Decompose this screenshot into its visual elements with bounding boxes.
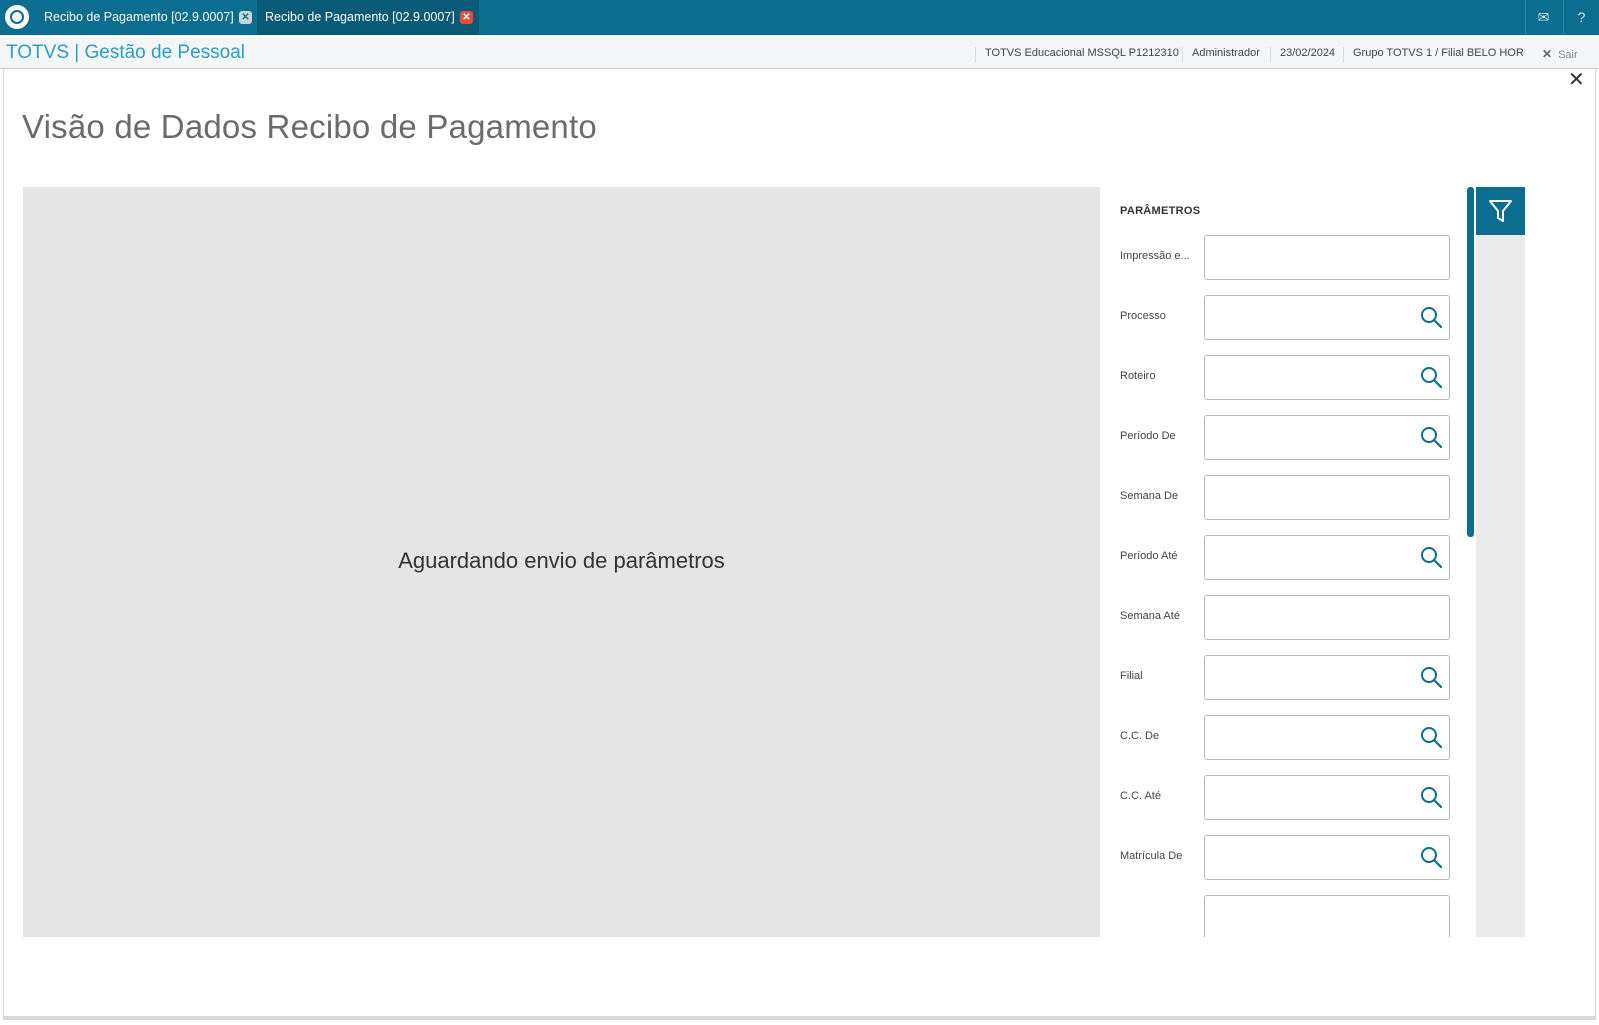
- tab-recibo-2-active[interactable]: Recibo de Pagamento [02.9.0007] ✕: [257, 0, 479, 35]
- param-row: Processo: [1120, 295, 1450, 340]
- param-input[interactable]: [1204, 535, 1450, 580]
- param-row: Matrícula De: [1120, 835, 1450, 880]
- param-row: Filial: [1120, 655, 1450, 700]
- param-input[interactable]: [1204, 655, 1450, 700]
- help-icon[interactable]: ?: [1563, 0, 1599, 35]
- close-icon: ✕: [1542, 47, 1553, 61]
- param-row: Período De: [1120, 415, 1450, 460]
- param-row: Roteiro: [1120, 355, 1450, 400]
- param-input[interactable]: [1204, 715, 1450, 760]
- panel-close-icon[interactable]: ✕: [1568, 70, 1585, 90]
- app-header: TOTVS | Gestão de Pessoal TOTVS Educacio…: [0, 35, 1599, 69]
- param-input[interactable]: [1204, 775, 1450, 820]
- param-input[interactable]: [1204, 475, 1450, 520]
- param-input-partial[interactable]: [1204, 895, 1450, 937]
- preview-message: Aguardando envio de parâmetros: [398, 548, 725, 573]
- page-title: Visão de Dados Recibo de Pagamento: [22, 108, 597, 145]
- logout-button[interactable]: ✕ Sair: [1542, 47, 1578, 61]
- param-row: Semana De: [1120, 475, 1450, 520]
- param-label: Período De: [1120, 430, 1176, 442]
- param-row: C.C. Até: [1120, 775, 1450, 820]
- tab-label: Recibo de Pagamento [02.9.0007]: [44, 10, 234, 24]
- param-input[interactable]: [1204, 595, 1450, 640]
- param-label: C.C. De: [1120, 730, 1160, 742]
- top-bar: Recibo de Pagamento [02.9.0007] ✕ Recibo…: [0, 0, 1599, 35]
- branch-info: Grupo TOTVS 1 / Filial BELO HOR: [1343, 47, 1524, 63]
- tab-close-icon[interactable]: ✕: [460, 11, 473, 24]
- param-input[interactable]: [1204, 355, 1450, 400]
- param-row: Impressão e...: [1120, 235, 1450, 280]
- mail-icon[interactable]: ✉: [1525, 0, 1561, 35]
- param-label: Filial: [1120, 670, 1143, 682]
- filter-sidebar: [1476, 187, 1525, 937]
- param-label: C.C. Até: [1120, 790, 1161, 802]
- param-label: Roteiro: [1120, 370, 1156, 382]
- filter-icon: [1489, 200, 1512, 222]
- param-row: Semana Até: [1120, 595, 1450, 640]
- environment-info: TOTVS Educacional MSSQL P1212310: [975, 47, 1179, 63]
- parameters-title: PARÂMETROS: [1120, 205, 1201, 217]
- totvs-logo-icon[interactable]: [5, 5, 29, 29]
- filter-button[interactable]: [1476, 187, 1525, 235]
- param-input[interactable]: [1204, 835, 1450, 880]
- app-title[interactable]: TOTVS | Gestão de Pessoal: [6, 42, 245, 64]
- param-label: Impressão e...: [1120, 250, 1190, 262]
- date-info: 23/02/2024: [1270, 47, 1335, 63]
- param-label: Período Até: [1120, 550, 1178, 562]
- param-row: C.C. De: [1120, 715, 1450, 760]
- param-input[interactable]: [1204, 415, 1450, 460]
- param-row: Período Até: [1120, 535, 1450, 580]
- param-input[interactable]: [1204, 235, 1450, 280]
- user-info: Administrador: [1182, 47, 1260, 63]
- param-label: Semana De: [1120, 490, 1179, 502]
- param-label: Processo: [1120, 310, 1166, 322]
- tab-recibo-1[interactable]: Recibo de Pagamento [02.9.0007] ✕: [36, 0, 254, 35]
- param-label: Semana Até: [1120, 610, 1180, 622]
- tab-label: Recibo de Pagamento [02.9.0007]: [265, 10, 455, 24]
- param-label: Matrícula De: [1120, 850, 1183, 862]
- param-input[interactable]: [1204, 295, 1450, 340]
- logout-label: Sair: [1558, 49, 1578, 61]
- parameters-scrollbar[interactable]: [1467, 187, 1474, 537]
- tab-close-icon[interactable]: ✕: [239, 11, 252, 24]
- report-preview-area: Aguardando envio de parâmetros: [23, 187, 1100, 937]
- parameters-panel: PARÂMETROS Impressão e... Processo Roteiro…: [1100, 187, 1472, 937]
